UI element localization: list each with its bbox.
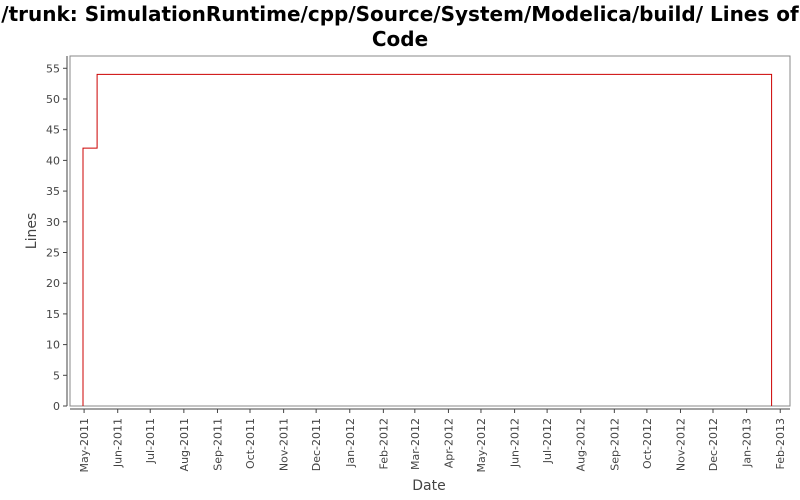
x-tick-label: Sep-2012: [608, 418, 621, 471]
x-tick-label: Sep-2011: [211, 418, 224, 471]
x-tick-label: Aug-2012: [575, 418, 588, 471]
x-tick-label: Feb-2012: [377, 418, 390, 469]
y-tick-label: 35: [46, 185, 60, 198]
y-tick-label: 15: [46, 308, 60, 321]
y-tick-label: 40: [46, 154, 60, 167]
x-axis-label: Date: [412, 478, 445, 494]
x-tick-label: Jun-2011: [112, 418, 125, 468]
x-tick-label: May-2012: [475, 418, 488, 473]
y-tick-label: 5: [53, 369, 60, 382]
x-tick-label: Feb-2013: [774, 418, 787, 469]
x-tick-label: Aug-2011: [178, 418, 191, 471]
x-tick-label: Dec-2012: [707, 418, 720, 471]
x-tick-label: Nov-2011: [278, 418, 291, 471]
y-tick-label: 55: [46, 62, 60, 75]
x-axis-ticks: May-2011 Jun-2011 Jul-2011 Aug-2011 Sep-2011…: [78, 409, 787, 473]
x-tick-label: Nov-2012: [674, 418, 687, 471]
y-tick-label: 20: [46, 277, 60, 290]
y-tick-label: 50: [46, 93, 60, 106]
x-tick-label: Mar-2012: [409, 418, 422, 470]
x-tick-label: Oct-2012: [641, 418, 654, 469]
plot-area: [69, 55, 791, 407]
y-tick-label: 45: [46, 124, 60, 137]
x-tick-label: Jul-2012: [541, 418, 554, 464]
y-tick-label: 0: [53, 400, 60, 413]
y-tick-label: 25: [46, 246, 60, 259]
x-tick-label: Jan-2013: [741, 418, 754, 468]
x-tick-label: Dec-2011: [310, 418, 323, 471]
x-tick-label: Jan-2012: [344, 418, 357, 468]
x-tick-label: May-2011: [78, 418, 91, 473]
y-tick-label: 10: [46, 339, 60, 352]
y-axis-ticks: 0 5 10 15 20 25 30 35 40 45 50 55: [46, 62, 67, 413]
y-axis-label: Lines: [24, 213, 40, 249]
x-tick-label: Oct-2011: [244, 418, 257, 469]
lines-of-code-chart: 0 5 10 15 20 25 30 35 40 45 50 55 May-2011 Jun-2011 J…: [24, 55, 791, 494]
x-tick-label: Apr-2012: [442, 418, 455, 468]
x-tick-label: Jul-2011: [144, 418, 157, 464]
x-tick-label: Jun-2012: [509, 418, 522, 468]
y-tick-label: 30: [46, 216, 60, 229]
